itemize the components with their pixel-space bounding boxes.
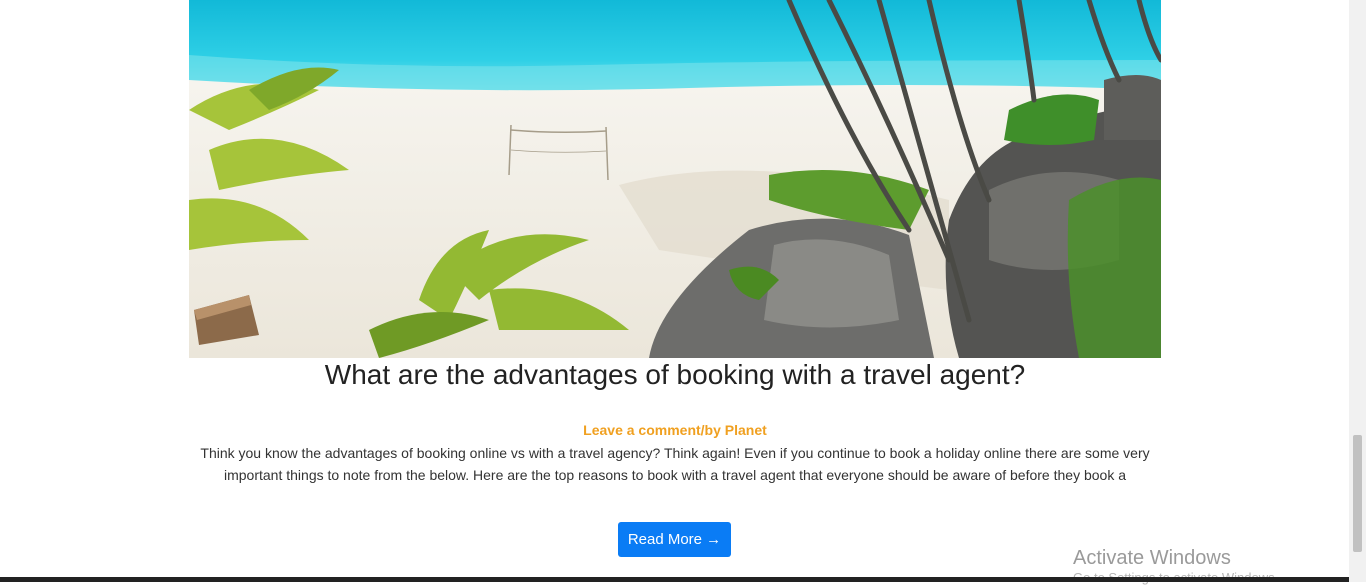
activate-windows-title: Activate Windows	[1073, 547, 1231, 569]
footer-bar	[0, 577, 1350, 582]
post-meta-link[interactable]: Leave a comment/by Planet	[583, 422, 767, 438]
beach-photo	[189, 0, 1161, 358]
featured-image[interactable]	[189, 0, 1161, 358]
vertical-scrollbar[interactable]	[1349, 0, 1366, 582]
scrollbar-thumb[interactable]	[1353, 435, 1362, 552]
post-title[interactable]: What are the advantages of booking with …	[0, 357, 1350, 393]
read-more-button[interactable]: Read More →	[618, 522, 731, 557]
post-excerpt: Think you know the advantages of booking…	[200, 445, 1150, 483]
post-meta: Leave a comment/by Planet	[0, 422, 1350, 438]
